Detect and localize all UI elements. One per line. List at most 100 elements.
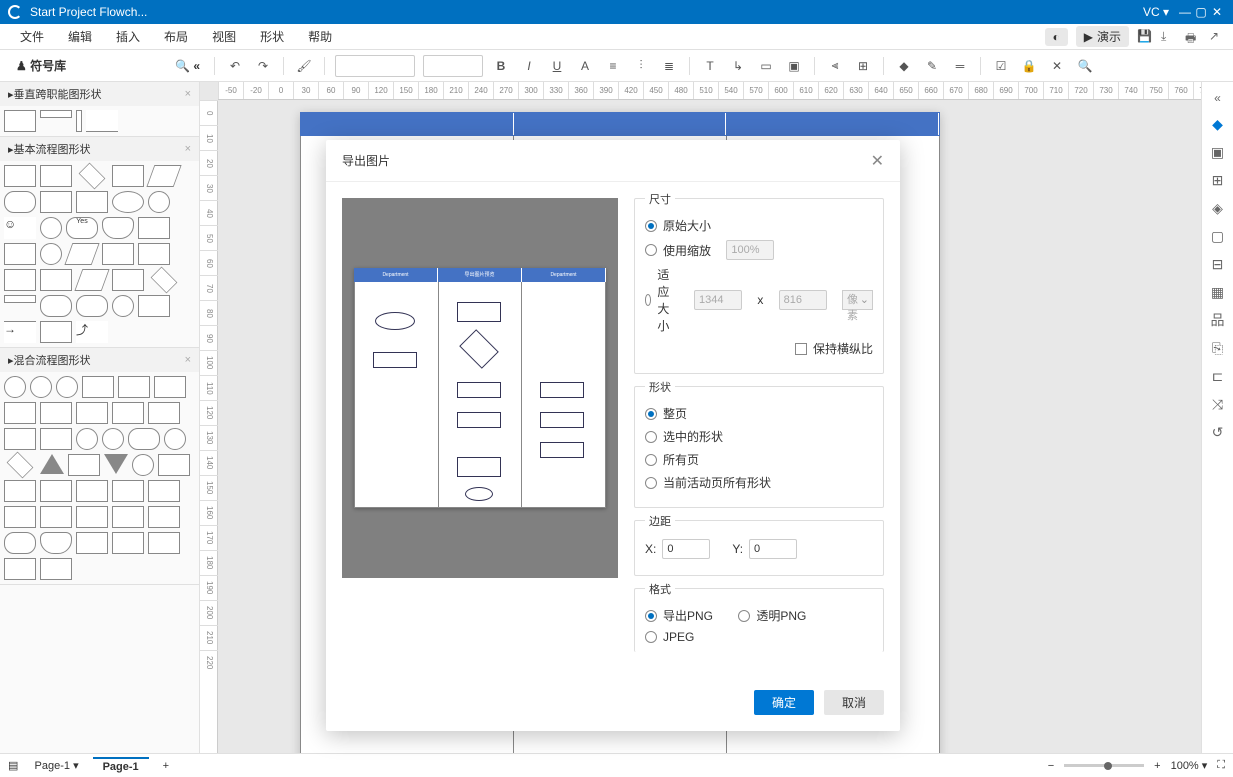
shape-item[interactable]	[40, 402, 72, 424]
shape-item[interactable]	[4, 295, 36, 303]
line-color-icon[interactable]: ✎	[920, 54, 944, 78]
shape-item[interactable]	[4, 506, 36, 528]
cancel-button[interactable]: 取消	[824, 690, 884, 715]
underline-icon[interactable]: U	[545, 54, 569, 78]
shape-item[interactable]	[112, 269, 144, 291]
collapse-right-icon[interactable]: «	[1206, 86, 1230, 110]
shape-item[interactable]	[112, 480, 144, 502]
shape-item[interactable]	[148, 402, 180, 424]
shape-item[interactable]	[128, 428, 160, 450]
shape-item[interactable]	[4, 428, 36, 450]
margin-x-input[interactable]	[662, 539, 710, 559]
theme-toggle[interactable]: ◐	[1045, 28, 1068, 46]
radio-jpeg[interactable]	[645, 631, 657, 643]
add-page-button[interactable]: +	[153, 758, 179, 774]
section-basic-flowchart[interactable]: ▸ 基本流程图形状×	[0, 137, 199, 161]
checkbox-icon[interactable]: ☑	[989, 54, 1013, 78]
shape-item[interactable]	[148, 480, 180, 502]
shape-item[interactable]	[40, 165, 72, 187]
shape-item[interactable]	[64, 243, 99, 265]
zoom-out-icon[interactable]: −	[1048, 760, 1054, 772]
connector-icon[interactable]: ↳	[726, 54, 750, 78]
radio-all-pages[interactable]	[645, 454, 657, 466]
shape-item[interactable]	[4, 402, 36, 424]
grid-panel-icon[interactable]: ⊞	[1206, 168, 1230, 192]
shape-item[interactable]	[4, 191, 36, 213]
shape-item[interactable]	[164, 428, 186, 450]
font-color-icon[interactable]: A	[573, 54, 597, 78]
page-dropdown[interactable]: Page-1 ▾	[25, 757, 89, 774]
shape-item[interactable]	[40, 295, 72, 317]
shape-item[interactable]	[151, 267, 178, 294]
shape-item[interactable]	[138, 243, 170, 265]
shape-item[interactable]	[40, 454, 64, 474]
shape-item[interactable]	[76, 110, 82, 132]
width-input[interactable]	[694, 290, 742, 310]
shape-item[interactable]: ☺	[4, 217, 36, 239]
save-icon[interactable]: 💾	[1137, 29, 1153, 45]
zoom-slider[interactable]	[1064, 764, 1144, 767]
shape-item[interactable]	[40, 269, 72, 291]
margin-y-input[interactable]	[749, 539, 797, 559]
clip-panel-icon[interactable]: ⎘	[1206, 336, 1230, 360]
italic-icon[interactable]: I	[517, 54, 541, 78]
search-library-icon[interactable]: 🔍	[175, 59, 190, 73]
data-panel-icon[interactable]: ⊟	[1206, 252, 1230, 276]
share-icon[interactable]: ↗	[1209, 29, 1225, 45]
tools-icon[interactable]: ✕	[1045, 54, 1069, 78]
line-list-icon[interactable]: ≣	[657, 54, 681, 78]
shape-item[interactable]	[40, 532, 72, 554]
shape-item[interactable]	[112, 165, 144, 187]
shape-item[interactable]	[148, 506, 180, 528]
menu-help[interactable]: 帮助	[296, 28, 344, 45]
shape-item[interactable]	[76, 295, 108, 317]
shape-item[interactable]	[146, 165, 181, 187]
history-icon[interactable]: ↺	[1206, 420, 1230, 444]
shape-item[interactable]	[112, 532, 144, 554]
shape-item[interactable]	[138, 217, 170, 239]
font-size-dropdown[interactable]	[423, 55, 483, 77]
unit-select[interactable]: 像素	[842, 290, 873, 310]
ok-button[interactable]: 确定	[754, 690, 814, 715]
zoom-input[interactable]	[726, 240, 774, 260]
radio-selected-shapes[interactable]	[645, 431, 657, 443]
page-tab-active[interactable]: Page-1	[93, 757, 149, 775]
line-style-icon[interactable]: ═	[948, 54, 972, 78]
outline-panel-icon[interactable]: ▢	[1206, 224, 1230, 248]
image-panel-icon[interactable]: ▣	[1206, 140, 1230, 164]
shape-item[interactable]	[7, 452, 34, 479]
shape-item[interactable]	[102, 243, 134, 265]
shape-item[interactable]	[148, 532, 180, 554]
keep-aspect-checkbox[interactable]	[795, 343, 807, 355]
close-section-icon[interactable]: ×	[185, 88, 191, 100]
container-icon[interactable]: ▭	[754, 54, 778, 78]
shape-item[interactable]	[4, 269, 36, 291]
minimize-icon[interactable]: —	[1177, 4, 1193, 20]
radio-png[interactable]	[645, 610, 657, 622]
height-input[interactable]	[779, 290, 827, 310]
shape-item[interactable]	[76, 191, 108, 213]
close-dialog-icon[interactable]: ✕	[871, 151, 884, 171]
shape-item[interactable]	[132, 454, 154, 476]
redo-icon[interactable]: ↷	[251, 54, 275, 78]
shape-item[interactable]	[40, 480, 72, 502]
radio-whole-page[interactable]	[645, 408, 657, 420]
shape-item[interactable]	[40, 110, 72, 118]
search-canvas-icon[interactable]: 🔍	[1073, 54, 1097, 78]
attachments-panel-icon[interactable]: 品	[1206, 308, 1230, 332]
close-window-icon[interactable]: ✕	[1209, 4, 1225, 20]
menu-insert[interactable]: 插入	[104, 28, 152, 45]
shape-item[interactable]	[74, 269, 109, 291]
print-icon[interactable]: 🖶	[1185, 29, 1201, 45]
shape-item[interactable]	[4, 558, 36, 580]
shape-item[interactable]	[76, 428, 98, 450]
shape-item[interactable]	[40, 217, 62, 239]
menu-layout[interactable]: 布局	[152, 28, 200, 45]
shape-item[interactable]	[112, 506, 144, 528]
section-vertical-swimlane[interactable]: ▸ 垂直跨职能图形状×	[0, 82, 199, 106]
shape-item[interactable]	[4, 532, 36, 554]
user-menu[interactable]: VC ▾	[1143, 5, 1169, 19]
style-panel-icon[interactable]: ◆	[1206, 112, 1230, 136]
shape-item[interactable]	[76, 480, 108, 502]
shape-item[interactable]: Yes	[66, 217, 98, 239]
